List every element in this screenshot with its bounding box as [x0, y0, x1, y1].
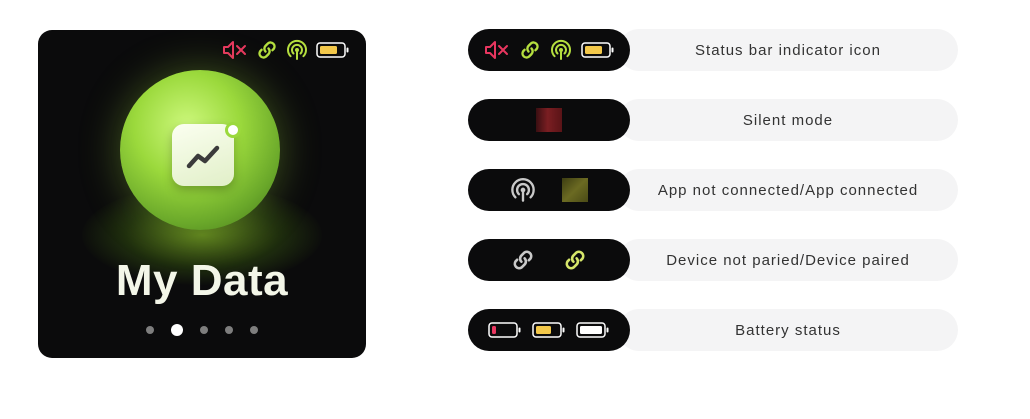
- legend-row-status-bar: Status bar indicator icon: [468, 29, 958, 71]
- legend-label: App not connected/App connected: [618, 169, 958, 211]
- battery-icon: [580, 41, 615, 59]
- broadcast-icon: [550, 39, 572, 61]
- page-dot[interactable]: [225, 326, 233, 334]
- legend-icon-pill: [468, 169, 630, 211]
- mute-icon: [222, 40, 248, 60]
- link-icon-grey: [511, 248, 535, 272]
- connected-swatch: [562, 178, 588, 202]
- legend-row-battery: Battery status: [468, 309, 958, 351]
- silent-mode-swatch: [536, 108, 562, 132]
- screen-title: My Data: [115, 256, 289, 305]
- page-dot[interactable]: [146, 326, 154, 334]
- mute-icon: [484, 40, 510, 60]
- legend-icon-pill: [468, 99, 630, 141]
- legend-icon-pill: [468, 309, 630, 351]
- page-dot[interactable]: [250, 326, 258, 334]
- battery-full-icon: [576, 321, 610, 339]
- legend-label: Status bar indicator icon: [618, 29, 958, 71]
- page-indicator[interactable]: [38, 324, 366, 336]
- link-icon: [519, 39, 541, 61]
- device-screen: My Data: [38, 30, 366, 358]
- broadcast-icon-grey: [510, 177, 536, 203]
- link-icon-lime: [563, 248, 587, 272]
- page-dot-active[interactable]: [171, 324, 183, 336]
- battery-icon: [316, 41, 350, 59]
- legend-icon-pill: [468, 239, 630, 281]
- broadcast-icon: [286, 39, 308, 61]
- legend-label: Battery status: [618, 309, 958, 351]
- legend-row-app-connection: App not connected/App connected: [468, 169, 958, 211]
- legend-row-device-pairing: Device not paried/Device paired: [468, 239, 958, 281]
- chart-app-icon[interactable]: [172, 122, 241, 186]
- legend-label: Silent mode: [618, 99, 958, 141]
- legend-icon-pill: [468, 29, 630, 71]
- link-icon: [256, 39, 278, 61]
- page-dot[interactable]: [200, 326, 208, 334]
- battery-low-icon: [488, 321, 522, 339]
- notification-dot: [225, 122, 241, 138]
- battery-medium-icon: [532, 321, 566, 339]
- status-bar: [222, 38, 350, 62]
- legend-label: Device not paried/Device paired: [618, 239, 958, 281]
- legend-row-silent-mode: Silent mode: [468, 99, 958, 141]
